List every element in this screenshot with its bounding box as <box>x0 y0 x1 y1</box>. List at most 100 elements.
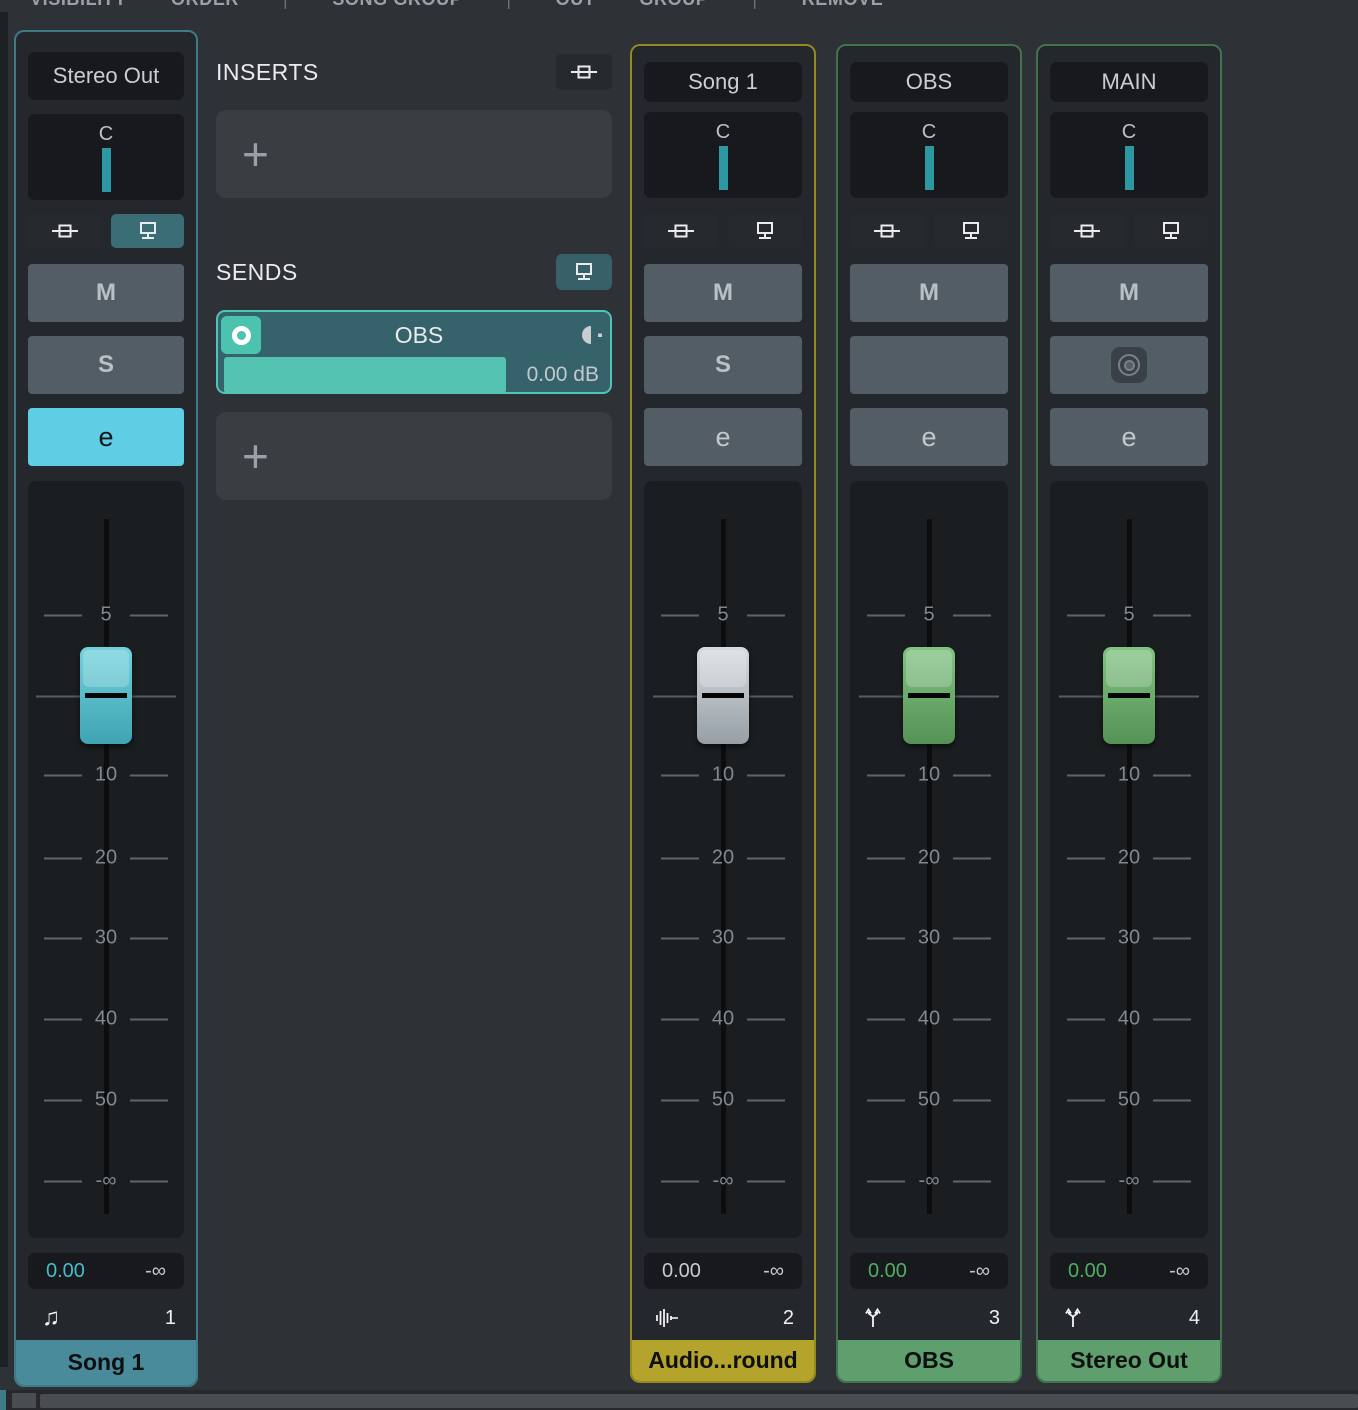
channel-output-title[interactable]: Song 1 <box>644 62 802 102</box>
pan-bar <box>102 148 111 192</box>
gain-value[interactable]: 0.00 <box>662 1260 701 1283</box>
toolbar: VISIBILITY ORDER | SONG GROUP | OUT GROU… <box>0 0 1358 12</box>
main-mix-button[interactable] <box>1050 336 1208 394</box>
pan-bar <box>1125 146 1134 190</box>
menu-separator: | <box>283 0 288 10</box>
send-level-value: 0.00 dB <box>527 357 599 393</box>
channel-type-row: 2 <box>644 1296 802 1340</box>
bypass-sends-button[interactable] <box>728 214 802 248</box>
scrollbar-corner-button[interactable] <box>12 1393 36 1408</box>
monitor-icon <box>138 222 158 240</box>
send-destination: OBS <box>261 322 577 349</box>
insert-bypass-icon <box>52 223 78 239</box>
channel-number: 4 <box>1189 1307 1200 1330</box>
music-note-icon: ♫ <box>36 1304 66 1332</box>
inserts-bypass-button[interactable] <box>556 54 612 90</box>
fader-handle[interactable] <box>1103 647 1155 744</box>
channel-type-row: 3 <box>850 1296 1008 1340</box>
gain-value[interactable]: 0.00 <box>46 1260 85 1283</box>
menu-item-out[interactable]: OUT <box>556 0 596 10</box>
edit-channel-button[interactable]: e <box>644 408 802 466</box>
bypass-sends-button[interactable] <box>934 214 1008 248</box>
send-slot-obs[interactable]: OBS 0.00 dB <box>216 310 612 394</box>
level-readout: 0.00 -∞ <box>1050 1253 1208 1289</box>
menu-item-group[interactable]: GROUP <box>639 0 708 10</box>
fader-handle[interactable] <box>903 647 955 744</box>
menu-item-order[interactable]: ORDER <box>171 0 239 10</box>
menu-separator: | <box>752 0 757 10</box>
channel-number: 3 <box>989 1307 1000 1330</box>
menu-item-song-group[interactable]: SONG GROUP <box>332 0 462 10</box>
fader-section: 5 0 10 20 30 40 50 -∞ <box>850 481 1008 1238</box>
bypass-sends-button[interactable] <box>111 214 184 248</box>
edit-channel-button[interactable]: e <box>850 408 1008 466</box>
insert-bypass-icon <box>874 223 900 239</box>
pan-value: C <box>716 120 730 144</box>
solo-button[interactable] <box>850 336 1008 394</box>
bypass-inserts-button[interactable] <box>850 214 924 248</box>
edit-channel-button[interactable]: e <box>1050 408 1208 466</box>
channel-name-label[interactable]: Audio...round <box>632 1340 814 1381</box>
pan-bar <box>925 146 934 190</box>
monitor-icon <box>961 222 981 240</box>
channel-number: 1 <box>165 1307 176 1330</box>
fader-handle[interactable] <box>697 647 749 744</box>
send-on-ring-icon <box>232 326 251 345</box>
pre-post-fader-icon[interactable] <box>577 325 607 345</box>
channel-output-title[interactable]: Stereo Out <box>28 52 184 100</box>
solo-button[interactable]: S <box>28 336 184 394</box>
channel-output-title[interactable]: OBS <box>850 62 1008 102</box>
pan-control[interactable]: C <box>850 112 1008 198</box>
peak-value[interactable]: -∞ <box>1169 1260 1190 1283</box>
menu-item-visibility[interactable]: VISIBILITY <box>30 0 127 10</box>
send-level-control[interactable]: 0.00 dB <box>221 357 607 393</box>
bypass-inserts-button[interactable] <box>28 214 101 248</box>
mute-button[interactable]: M <box>1050 264 1208 322</box>
insert-bypass-icon <box>668 223 694 239</box>
bypass-inserts-button[interactable] <box>1050 214 1124 248</box>
pan-control[interactable]: C <box>644 112 802 198</box>
pan-value: C <box>99 122 113 146</box>
bypass-sends-button[interactable] <box>1134 214 1208 248</box>
scrollbar-thumb[interactable] <box>40 1394 1358 1408</box>
left-panel-edge <box>0 12 8 1367</box>
sends-title: SENDS <box>216 259 298 286</box>
mute-button[interactable]: M <box>644 264 802 322</box>
pan-control[interactable]: C <box>1050 112 1208 198</box>
mute-button[interactable]: M <box>28 264 184 322</box>
level-readout: 0.00 -∞ <box>644 1253 802 1289</box>
channel-name-label[interactable]: Stereo Out <box>1038 1340 1220 1381</box>
send-level-bar[interactable] <box>224 357 506 393</box>
channel-output-title[interactable]: MAIN <box>1050 62 1208 102</box>
solo-button[interactable]: S <box>644 336 802 394</box>
peak-value[interactable]: -∞ <box>969 1260 990 1283</box>
add-insert-slot[interactable]: + <box>216 110 612 198</box>
monitor-icon <box>574 263 594 281</box>
level-readout: 0.00 -∞ <box>850 1253 1008 1289</box>
pan-bar <box>719 146 728 190</box>
mixer-area: Stereo Out C M S e 5 0 10 20 <box>0 12 1358 1387</box>
channel-name-label[interactable]: OBS <box>838 1340 1020 1381</box>
bypass-inserts-button[interactable] <box>644 214 718 248</box>
fader-handle[interactable] <box>80 647 132 744</box>
channel-strip-audio: Song 1 C M S e 5 0 10 20 30 <box>630 44 816 1383</box>
pan-value: C <box>922 120 936 144</box>
channel-strip-main: MAIN C M e 5 0 <box>1036 44 1222 1383</box>
peak-value[interactable]: -∞ <box>145 1260 166 1283</box>
edit-channel-button[interactable]: e <box>28 408 184 466</box>
channel-name-label[interactable]: Song 1 <box>16 1340 196 1385</box>
add-send-slot[interactable]: + <box>216 412 612 500</box>
menu-item-remove[interactable]: REMOVE <box>802 0 884 10</box>
gain-value[interactable]: 0.00 <box>868 1260 907 1283</box>
gain-value[interactable]: 0.00 <box>1068 1260 1107 1283</box>
sends-monitor-button[interactable] <box>556 254 612 290</box>
channel-number: 2 <box>783 1307 794 1330</box>
level-readout: 0.00 -∞ <box>28 1253 184 1289</box>
channel-strip-song1: Stereo Out C M S e 5 0 10 20 <box>14 30 198 1387</box>
fader-section: 5 0 10 20 30 40 50 -∞ <box>644 481 802 1238</box>
mute-button[interactable]: M <box>850 264 1008 322</box>
pan-control[interactable]: C <box>28 114 184 200</box>
send-enable-button[interactable] <box>221 316 261 354</box>
peak-value[interactable]: -∞ <box>763 1260 784 1283</box>
group-channel-icon <box>858 1308 888 1328</box>
